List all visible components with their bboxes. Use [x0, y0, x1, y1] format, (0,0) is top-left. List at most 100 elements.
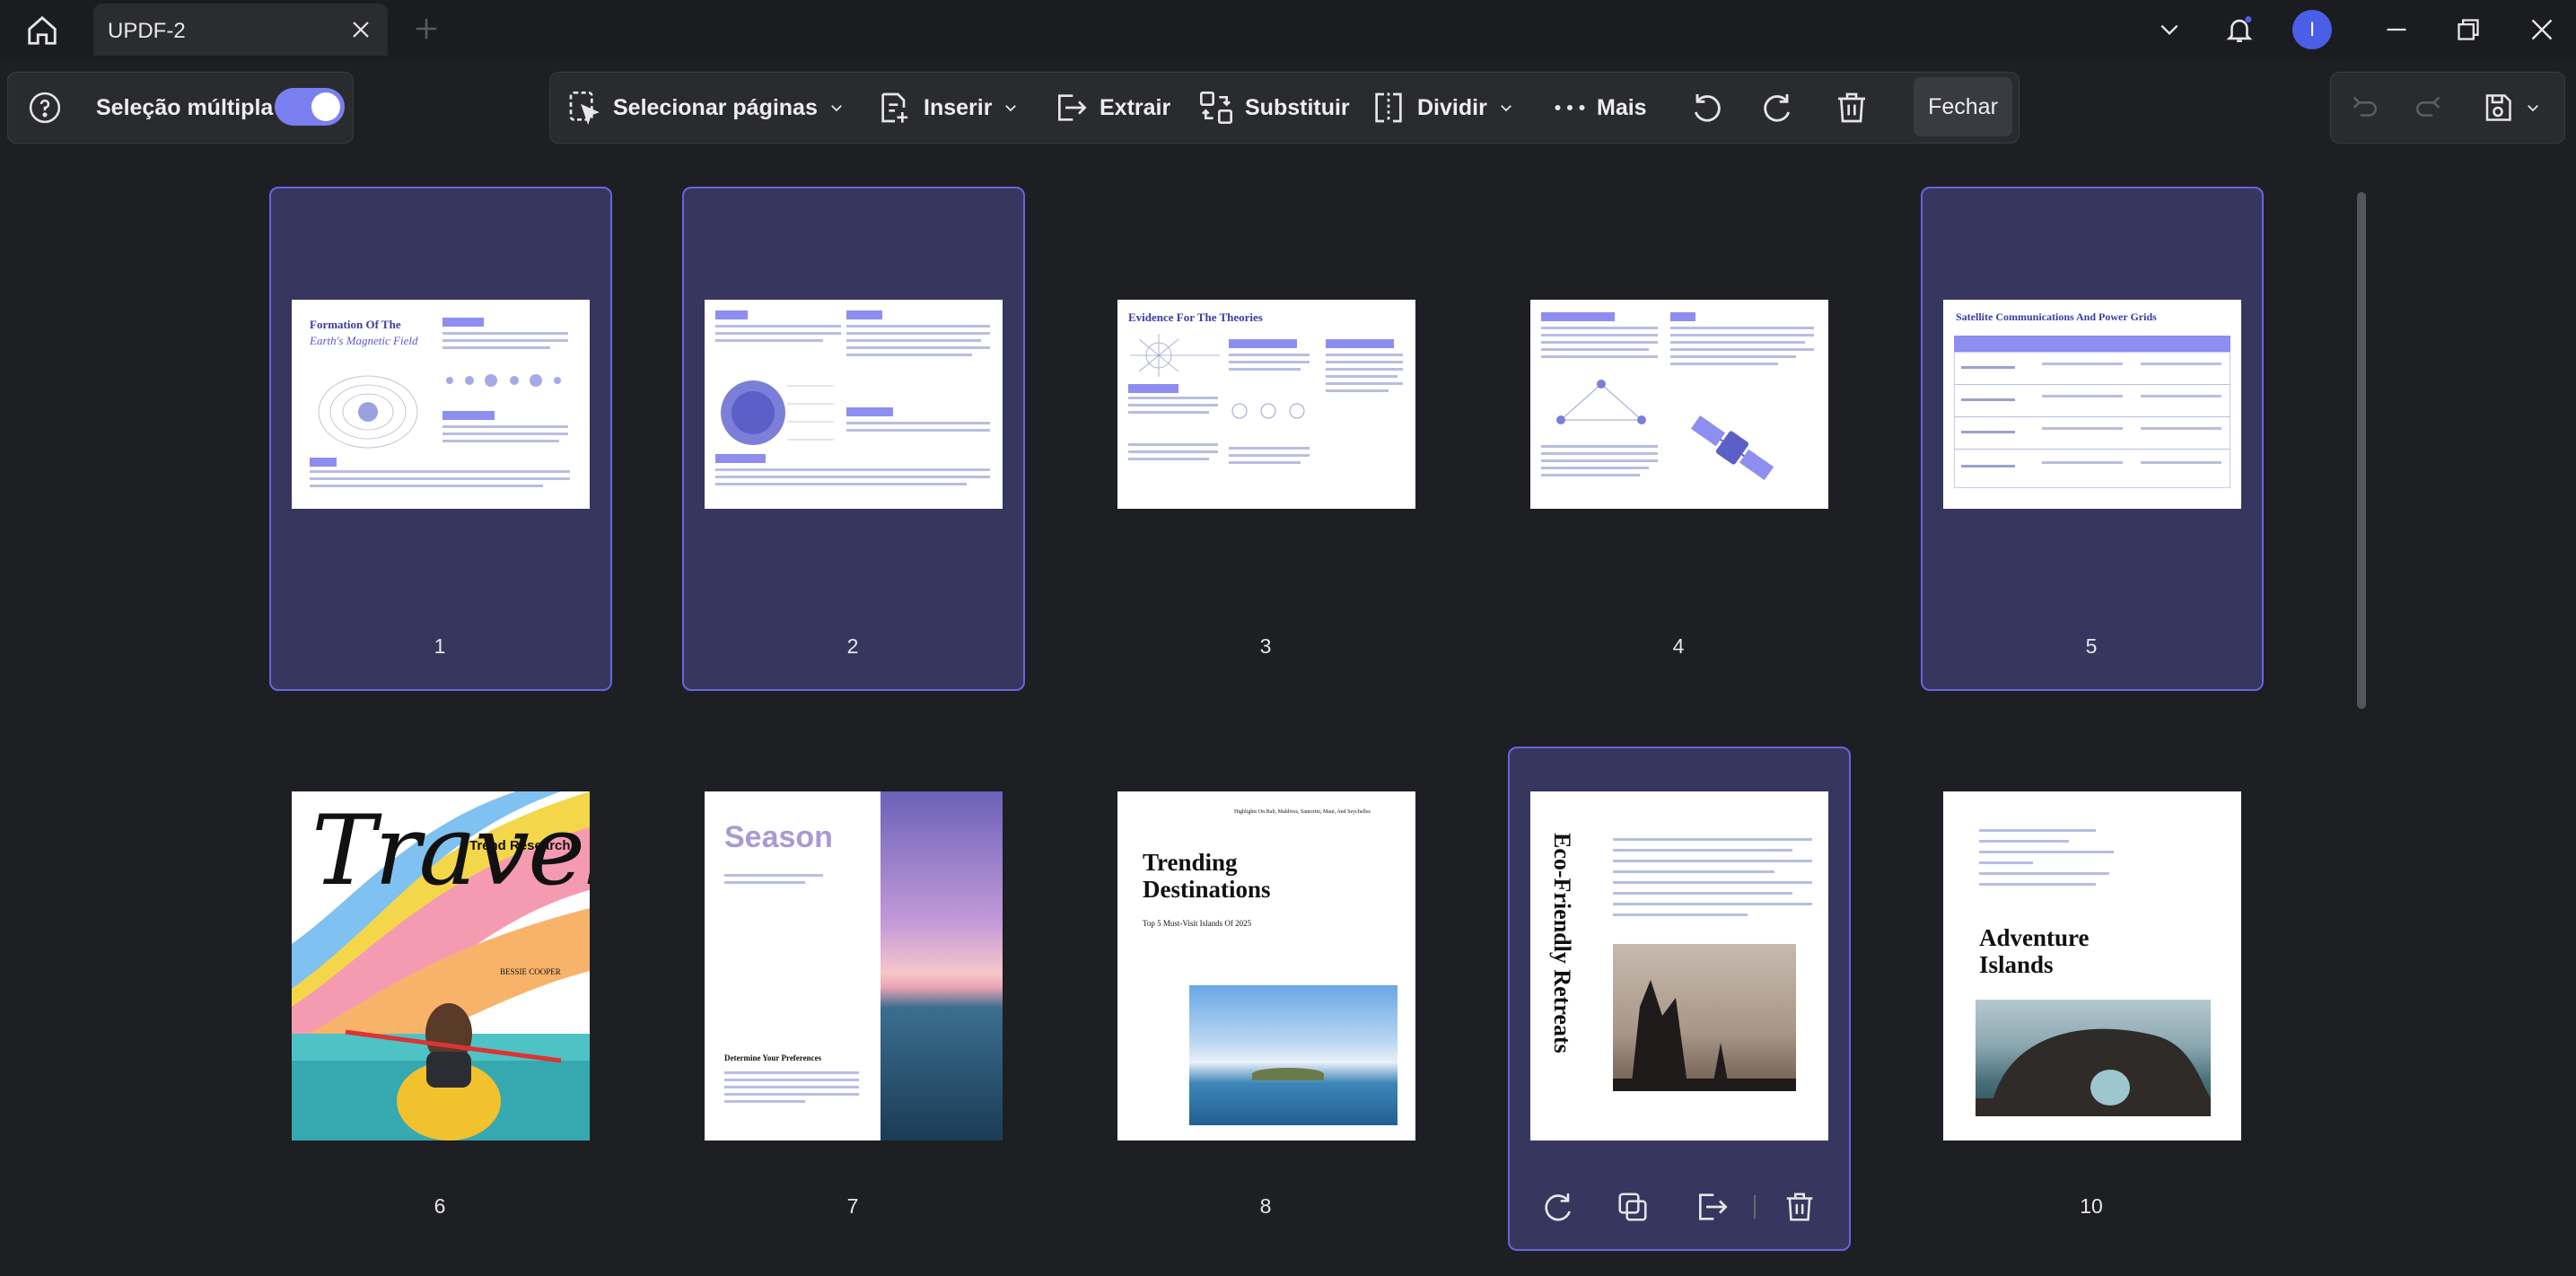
save-icon — [2485, 94, 2511, 121]
table-header — [1954, 336, 2230, 352]
satellite-illustration — [1690, 415, 1774, 481]
planet-sequence — [446, 374, 561, 387]
select-pages-button[interactable]: Selecionar páginas — [566, 73, 845, 143]
text-line — [724, 881, 805, 884]
page-6-author: BESSIE COOPER — [500, 967, 561, 976]
save-button[interactable] — [2482, 73, 2541, 143]
text-line — [1613, 849, 1792, 852]
text-line — [1613, 913, 1748, 916]
text-line — [1979, 872, 2109, 875]
page-thumbnail-9[interactable]: Eco-Friendly Retreats — [1530, 791, 1828, 1141]
split-icon — [1375, 92, 1402, 123]
more-button[interactable]: Mais — [1554, 73, 1647, 143]
text-line — [1326, 375, 1398, 378]
text-line — [1670, 348, 1814, 351]
notifications-button[interactable] — [2221, 11, 2258, 48]
redo-icon — [2416, 96, 2440, 117]
page-8-title: Trending Destinations — [1143, 849, 1271, 903]
field-diagram — [1130, 334, 1220, 377]
redo-button[interactable] — [2414, 73, 2444, 143]
delete-button[interactable] — [1834, 73, 1870, 143]
page-thumbnail-7[interactable]: Season Determine Your Preferences — [705, 791, 1003, 1141]
help-button[interactable] — [28, 73, 62, 143]
section-tag — [1229, 339, 1297, 348]
page-thumbnail-4[interactable] — [1530, 300, 1828, 509]
delete-page-button[interactable] — [1777, 1184, 1822, 1229]
text-line — [1326, 389, 1389, 392]
extract-button[interactable]: Extrair — [1051, 73, 1170, 143]
undo-button[interactable] — [2349, 73, 2379, 143]
text-line — [724, 1100, 805, 1103]
page-7-title: Season — [724, 820, 833, 854]
text-line — [310, 470, 570, 473]
document-tab[interactable]: UPDF-2 — [93, 4, 388, 56]
text-line — [1979, 861, 2033, 864]
toggle-knob — [311, 92, 340, 121]
chevron-down-icon — [1500, 105, 1511, 112]
text-line — [442, 339, 568, 342]
extract-page-button[interactable] — [1686, 1184, 1736, 1229]
insert-button[interactable]: Inserir — [877, 73, 1019, 143]
duplicate-page-button[interactable] — [1610, 1184, 1655, 1229]
plus-icon[interactable] — [413, 15, 440, 42]
home-button[interactable] — [22, 10, 63, 51]
page-1-title: Formation Of The — [310, 318, 401, 331]
page-thumbnail-2[interactable] — [705, 300, 1003, 509]
history-panel — [2330, 72, 2565, 144]
replace-icon — [1200, 92, 1232, 124]
close-button[interactable]: Fechar — [1914, 77, 2012, 136]
page-thumbnail-6[interactable]: Travel Trend Research BESSIE COOPER — [292, 791, 590, 1141]
text-line — [1613, 870, 1774, 873]
text-line — [1670, 363, 1778, 365]
scrollbar[interactable] — [2357, 192, 2366, 709]
multi-select-toggle[interactable] — [275, 88, 345, 126]
rotate-right-button[interactable] — [1760, 73, 1796, 143]
page-thumbnail-1[interactable]: Formation Of The Earth's Magnetic Field — [292, 300, 590, 509]
text-line — [1229, 454, 1310, 457]
select-pages-label: Selecionar páginas — [613, 94, 818, 120]
page-thumbnail-8[interactable]: Highlights On Bali, Maldives, Santorini,… — [1117, 791, 1415, 1141]
text-line — [1670, 355, 1796, 358]
rotate-left-button[interactable] — [1688, 73, 1724, 143]
planet-layers-illustration — [721, 380, 834, 445]
section-tag — [1326, 339, 1394, 348]
page-thumbnail-5[interactable]: Satellite Communications And Power Grids — [1943, 300, 2241, 509]
restore-button[interactable] — [2449, 11, 2488, 48]
text-line — [2042, 395, 2123, 398]
split-button[interactable]: Dividir — [1371, 73, 1514, 143]
text-line — [442, 433, 568, 435]
text-line — [442, 346, 550, 349]
user-avatar[interactable]: I — [2292, 10, 2332, 49]
rotate-page-button[interactable] — [1537, 1184, 1582, 1229]
text-line — [1229, 447, 1310, 450]
tabs-dropdown-button[interactable] — [2151, 11, 2188, 48]
text-line — [2141, 363, 2221, 365]
help-icon — [29, 92, 61, 124]
table-body — [1954, 352, 2230, 488]
text-line — [724, 1093, 859, 1096]
section-tag — [442, 411, 495, 420]
duplicate-icon — [1618, 1193, 1647, 1221]
text-line — [2141, 427, 2221, 430]
page-8-subtitle: Top 5 Must-Visit Islands Of 2025 — [1143, 919, 1252, 928]
text-line — [1229, 361, 1310, 363]
close-icon[interactable] — [350, 19, 372, 40]
text-line — [846, 429, 990, 432]
text-line — [715, 339, 823, 342]
text-line — [715, 476, 990, 478]
tab-title: UPDF-2 — [108, 19, 186, 43]
page-number-10: 10 — [2080, 1194, 2103, 1218]
text-line — [1326, 382, 1403, 385]
minimize-button[interactable] — [2377, 11, 2416, 48]
satellite-network-diagram — [1556, 380, 1646, 424]
text-line — [1128, 458, 1209, 460]
text-line — [846, 332, 990, 335]
replace-button[interactable]: Substituir — [1198, 73, 1350, 143]
text-line — [724, 1086, 859, 1088]
close-window-button[interactable] — [2522, 11, 2562, 48]
section-tag — [1128, 384, 1178, 393]
page-thumbnail-10[interactable]: Adventure Islands — [1943, 791, 2241, 1141]
text-line — [1128, 443, 1218, 446]
text-line — [1326, 354, 1403, 356]
page-thumbnail-3[interactable]: Evidence For The Theories — [1117, 300, 1415, 509]
